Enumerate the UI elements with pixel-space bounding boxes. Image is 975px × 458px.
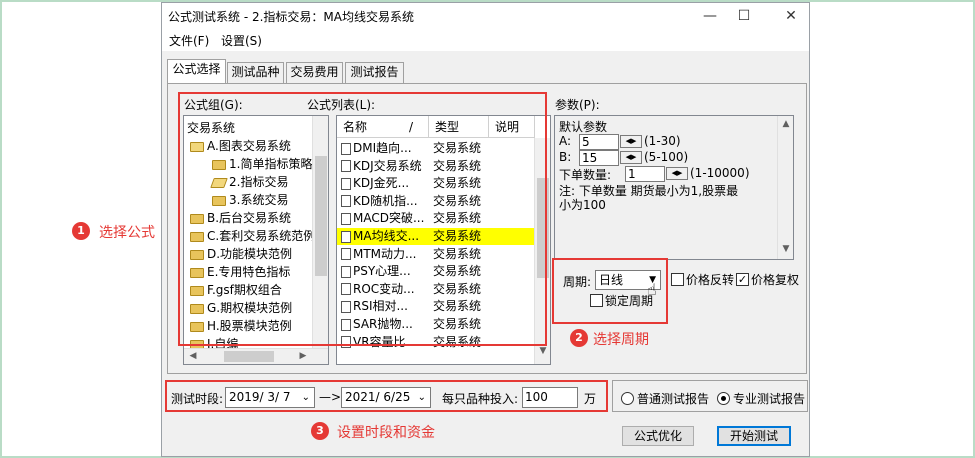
price-reverse-checkbox[interactable] (671, 273, 684, 286)
annotation-2-text: 选择周期 (593, 332, 649, 348)
param-a-range: (1-30) (644, 134, 681, 148)
param-a-input[interactable]: 5 (579, 134, 619, 150)
window-title: 公式测试系统 - 2.指标交易：MA均线交易系统 (168, 10, 414, 24)
param-b-spinner[interactable]: ◀▶ (620, 151, 642, 164)
params-label: 参数(P): (555, 98, 600, 112)
pro-report-radio[interactable] (717, 392, 730, 405)
annotation-3-badge: 3 (311, 422, 329, 440)
dialog-window: 公式测试系统 - 2.指标交易：MA均线交易系统 — ☐ ✕ 文件(F) 设置(… (161, 2, 810, 457)
menu-settings[interactable]: 设置(S) (221, 32, 262, 49)
tab-test-varieties[interactable]: 测试品种 (227, 62, 284, 83)
chevron-down-icon: ⌄ (417, 392, 426, 403)
param-a-spinner[interactable]: ◀▶ (620, 135, 642, 148)
param-b-range: (5-100) (644, 150, 689, 164)
maximize-button[interactable]: ☐ (724, 3, 764, 29)
price-adjust-label: 价格复权 (751, 273, 800, 287)
end-date-value: 2021/ 6/25 (345, 390, 411, 404)
normal-report-label: 普通测试报告 (637, 392, 710, 406)
invest-input[interactable]: 100 (522, 387, 578, 408)
price-adjust-checkbox[interactable]: ✓ (736, 273, 749, 286)
chevron-down-icon: ⌄ (301, 392, 310, 403)
qty-label: 下单数量: (559, 168, 612, 182)
annotation-1-badge: 1 (72, 222, 90, 240)
params-panel: 默认参数 A: 5 ◀▶ (1-30) B: 15 ◀▶ (5-100) 下单数… (554, 115, 794, 260)
scroll-left-icon[interactable]: ◀ (186, 351, 200, 361)
tab-formula-select[interactable]: 公式选择 (167, 59, 226, 84)
start-test-button[interactable]: 开始测试 (717, 426, 791, 446)
annotation-box-period (552, 258, 668, 324)
date-range-arrow: —> (319, 390, 342, 404)
param-b-label: B: (559, 150, 572, 164)
close-button[interactable]: ✕ (771, 3, 811, 29)
scroll-down-icon[interactable]: ▼ (536, 346, 550, 356)
menu-file[interactable]: 文件(F) (169, 32, 209, 49)
annotation-3-text: 设置时段和资金 (337, 425, 435, 441)
scroll-right-icon[interactable]: ▶ (296, 351, 310, 361)
annotation-1-text: 选择公式 (99, 225, 155, 241)
invest-label: 每只品种投入: (442, 392, 519, 406)
optimize-button[interactable]: 公式优化 (622, 426, 694, 446)
params-heading: 默认参数 (559, 120, 608, 134)
scroll-down-icon[interactable]: ▼ (779, 244, 793, 254)
scroll-thumb[interactable] (224, 351, 274, 362)
tab-trading-fees[interactable]: 交易费用 (286, 62, 343, 83)
test-period-label: 测试时段: (171, 392, 224, 406)
invest-unit: 万 (584, 392, 597, 406)
normal-report-radio[interactable] (621, 392, 634, 405)
param-b-input[interactable]: 15 (579, 150, 619, 166)
menu-bar: 文件(F) 设置(S) (162, 29, 809, 51)
qty-range: (1-10000) (690, 166, 750, 180)
end-date-picker[interactable]: 2021/ 6/25 ⌄ (341, 387, 431, 408)
qty-spinner[interactable]: ◀▶ (666, 167, 688, 180)
start-date-value: 2019/ 3/ 7 (229, 390, 291, 404)
param-a-label: A: (559, 134, 572, 148)
scroll-up-icon[interactable]: ▲ (779, 119, 793, 129)
params-note-line2: 小为100 (559, 198, 606, 212)
params-scrollbar[interactable]: ▲ ▼ (777, 116, 793, 259)
annotation-2-badge: 2 (570, 329, 588, 347)
title-bar: 公式测试系统 - 2.指标交易：MA均线交易系统 — ☐ ✕ (162, 3, 809, 29)
pro-report-label: 专业测试报告 (733, 392, 806, 406)
annotation-box-formula (178, 92, 547, 346)
price-reverse-label: 价格反转 (686, 273, 735, 287)
start-date-picker[interactable]: 2019/ 3/ 7 ⌄ (225, 387, 315, 408)
qty-input[interactable]: 1 (625, 166, 665, 182)
tab-test-report[interactable]: 测试报告 (345, 62, 404, 83)
tree-horizontal-scrollbar[interactable]: ◀ ▶ (184, 348, 328, 364)
